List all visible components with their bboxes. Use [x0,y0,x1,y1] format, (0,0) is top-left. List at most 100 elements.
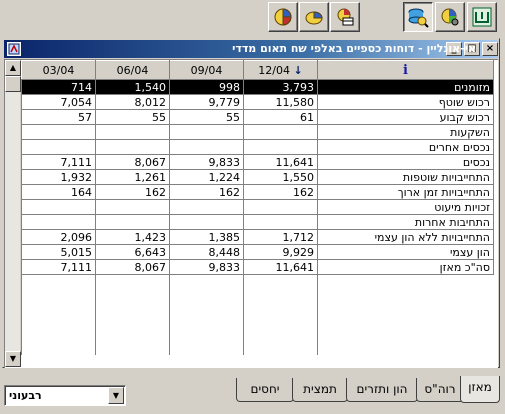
table-row[interactable]: זכויות מיעוט [21,199,494,215]
table-cell-value[interactable]: 7,111 [21,154,96,170]
info-header[interactable]: i [317,60,494,80]
table-cell-value[interactable]: 61 [243,109,318,125]
pie-chart-alt-button[interactable] [299,2,329,32]
table-cell-value[interactable] [243,214,318,230]
table-row[interactable]: 164 162 162 162 התחייבויות זמן ארוך [21,184,494,200]
table-cell-value[interactable] [21,214,96,230]
column-header-0604[interactable]: 06/04 [95,60,170,80]
chevron-down-icon[interactable]: ▼ [108,387,124,404]
vertical-scrollbar[interactable]: ▲ ▼ [5,60,21,367]
table-cell-value[interactable]: 3,793 [243,79,318,95]
table-cell-value[interactable] [169,214,244,230]
table-row-label[interactable]: רכוש קבוע [317,109,494,125]
table-cell-value[interactable]: 8,448 [169,244,244,260]
table-cell-value[interactable] [243,199,318,215]
table-row-label[interactable]: מזומנים [317,79,494,95]
table-row[interactable]: 1,932 1,261 1,224 1,550 התחייבויות שוטפות [21,169,494,185]
table-cell-value[interactable]: 1,224 [169,169,244,185]
table-row-label[interactable]: התחייבויות ללא הון עצמי [317,229,494,245]
table-cell-value[interactable]: 8,012 [95,94,170,110]
table-cell-value[interactable] [21,124,96,140]
table-cell-value[interactable]: 164 [21,184,96,200]
table-cell-value[interactable]: 162 [243,184,318,200]
table-cell-value[interactable]: 8,067 [95,259,170,275]
table-row-label[interactable]: התחיבות אחרות [317,214,494,230]
table-cell-value[interactable]: 9,929 [243,244,318,260]
pie-chart-table-button[interactable] [330,2,360,32]
table-cell-value[interactable]: 162 [95,184,170,200]
table-cell-value[interactable] [169,199,244,215]
table-row[interactable]: 5,015 6,643 8,448 9,929 הון עצמי [21,244,494,260]
table-cell-value[interactable] [21,139,96,155]
scroll-up-button[interactable]: ▲ [5,60,21,76]
table-row-label[interactable]: סה"כ מאזן [317,259,494,275]
table-cell-value[interactable]: 1,932 [21,169,96,185]
table-cell-value[interactable]: 55 [95,109,170,125]
column-header-0304[interactable]: 03/04 [21,60,96,80]
table-row[interactable]: התחיבות אחרות [21,214,494,230]
table-row[interactable]: 714 1,540 998 3,793 מזומנים [21,79,494,95]
table-cell-value[interactable] [95,124,170,140]
scroll-down-button[interactable]: ▼ [5,351,21,367]
table-row-label[interactable]: רכוש שוטף [317,94,494,110]
window-titlebar[interactable]: _ □ × אי-אונליין - דוחות כספיים באלפי שח… [4,40,498,58]
table-cell-value[interactable]: 9,833 [169,259,244,275]
table-row-label[interactable]: הון עצמי [317,244,494,260]
table-cell-value[interactable]: 11,580 [243,94,318,110]
table-cell-value[interactable] [21,199,96,215]
table-row[interactable]: השקעות [21,124,494,140]
table-row[interactable]: 7,111 8,067 9,833 11,641 נכסים [21,154,494,170]
tab-balance-sheet[interactable]: מאזן [460,376,500,403]
period-select[interactable]: רבעוני ▼ [4,385,126,406]
table-cell-value[interactable] [95,139,170,155]
tab-summary[interactable]: תמצית [292,378,348,402]
table-row[interactable]: 7,111 8,067 9,833 11,641 סה"כ מאזן [21,259,494,275]
close-button[interactable]: × [482,42,498,56]
table-row-label[interactable]: זכויות מיעוט [317,199,494,215]
column-header-0904[interactable]: 09/04 [169,60,244,80]
table-cell-value[interactable] [243,124,318,140]
table-cell-value[interactable]: 998 [169,79,244,95]
table-cell-value[interactable]: 5,015 [21,244,96,260]
table-cell-value[interactable]: 714 [21,79,96,95]
table-cell-value[interactable]: 7,054 [21,94,96,110]
table-cell-value[interactable]: 9,779 [169,94,244,110]
table-cell-value[interactable]: 8,067 [95,154,170,170]
table-cell-value[interactable]: 1,423 [95,229,170,245]
table-cell-value[interactable] [95,214,170,230]
table-cell-value[interactable]: 1,385 [169,229,244,245]
table-row[interactable]: נכסים אחרים [21,139,494,155]
table-row[interactable]: 57 55 55 61 רכוש קבוע [21,109,494,125]
table-row-label[interactable]: נכסים אחרים [317,139,494,155]
app-logo-button[interactable] [467,2,497,32]
table-row-label[interactable]: נכסים [317,154,494,170]
column-header-1204[interactable]: 12/04 ↓ [243,60,318,80]
table-cell-value[interactable] [169,124,244,140]
table-cell-value[interactable] [243,139,318,155]
table-cell-value[interactable]: 1,712 [243,229,318,245]
scroll-thumb[interactable] [5,76,21,92]
table-row-label[interactable]: השקעות [317,124,494,140]
table-cell-value[interactable] [95,199,170,215]
table-cell-value[interactable]: 6,643 [95,244,170,260]
table-cell-value[interactable] [169,139,244,155]
table-row[interactable]: 2,096 1,423 1,385 1,712 התחייבויות ללא הון ע… [21,229,494,245]
table-cell-value[interactable]: 2,096 [21,229,96,245]
table-cell-value[interactable]: 1,261 [95,169,170,185]
table-cell-value[interactable]: 57 [21,109,96,125]
table-cell-value[interactable]: 11,641 [243,259,318,275]
table-row-label[interactable]: התחייבויות שוטפות [317,169,494,185]
table-cell-value[interactable]: 7,111 [21,259,96,275]
tab-equity-cashflow[interactable]: הון ותזרים [346,378,418,402]
tab-ratios[interactable]: יחסים [236,378,294,402]
table-row-label[interactable]: התחייבויות זמן ארוך [317,184,494,200]
tab-profit-loss[interactable]: רוה"ס [416,378,464,402]
pie-chart-settings-button[interactable] [435,2,465,32]
table-cell-value[interactable]: 9,833 [169,154,244,170]
table-cell-value[interactable]: 55 [169,109,244,125]
table-cell-value[interactable]: 1,540 [95,79,170,95]
table-row[interactable]: 7,054 8,012 9,779 11,580 רכוש שוטף [21,94,494,110]
table-cell-value[interactable]: 162 [169,184,244,200]
pie-chart-button[interactable] [268,2,298,32]
table-cell-value[interactable]: 11,641 [243,154,318,170]
